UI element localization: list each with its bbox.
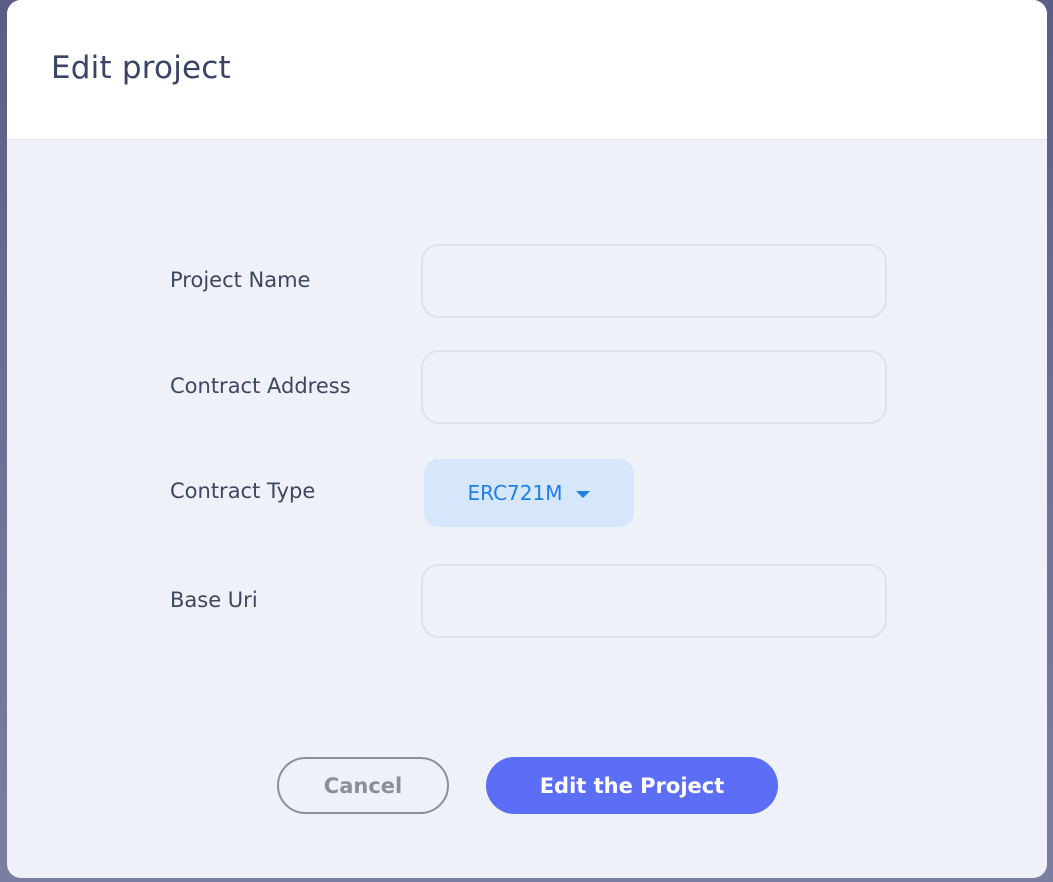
base-uri-label: Base Uri	[170, 588, 258, 612]
contract-address-row: Contract Address	[7, 350, 1047, 426]
contract-type-value: ERC721M	[467, 481, 563, 505]
contract-address-label: Contract Address	[170, 374, 351, 398]
edit-project-dialog: Edit project Project Name Contract Addre…	[7, 0, 1047, 878]
contract-type-label: Contract Type	[170, 479, 316, 503]
project-name-label: Project Name	[170, 268, 311, 292]
contract-type-row: Contract Type ERC721M	[7, 459, 1047, 535]
dialog-title: Edit project	[51, 50, 231, 86]
caret-down-icon	[576, 490, 591, 498]
base-uri-input[interactable]	[421, 564, 887, 638]
dialog-header: Edit project	[7, 0, 1047, 140]
edit-project-button[interactable]: Edit the Project	[486, 757, 778, 814]
project-name-row: Project Name	[7, 244, 1047, 320]
project-name-input[interactable]	[421, 244, 887, 318]
cancel-button[interactable]: Cancel	[277, 757, 449, 814]
contract-address-input[interactable]	[421, 350, 887, 424]
contract-type-select[interactable]: ERC721M	[424, 459, 634, 527]
base-uri-row: Base Uri	[7, 564, 1047, 640]
